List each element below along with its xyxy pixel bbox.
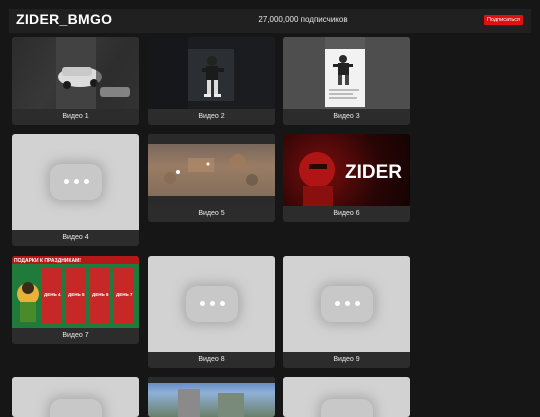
video-title[interactable]: Видео 5 [148, 206, 275, 222]
game-scene-image [148, 134, 275, 206]
video-card-6[interactable]: ZIDER Видео 6 [283, 134, 410, 222]
video-card-10[interactable] [12, 377, 139, 417]
channel-name[interactable]: ZIDER_BMGO [16, 11, 112, 27]
video-card-5[interactable]: Видео 5 [148, 134, 275, 222]
subscribe-button[interactable]: Подписаться [484, 15, 523, 25]
video-title[interactable]: Видео 9 [283, 352, 410, 368]
video-card-11[interactable] [148, 377, 275, 417]
video-thumbnail-placeholder[interactable] [148, 256, 275, 352]
video-card-8[interactable]: Видео 8 [148, 256, 275, 368]
dancer-phone-image [283, 37, 410, 109]
zider-text: ZIDER [345, 162, 402, 183]
subscriber-count: 27,000,000 подписчиков [258, 15, 348, 24]
video-placeholder-icon [321, 399, 373, 417]
svg-text:ДЕНЬ 4: ДЕНЬ 4 [44, 292, 61, 297]
zider-logo-image: ZIDER [299, 152, 402, 206]
video-thumbnail[interactable] [148, 377, 275, 417]
video-card-7[interactable]: ПОДАРКИ К ПРАЗДНИКАМ! ДЕНЬ 4 ДЕНЬ 5 ДЕНЬ… [12, 256, 139, 344]
video-placeholder-icon [50, 399, 102, 417]
dancer-image [148, 37, 234, 109]
video-thumbnail[interactable]: ПОДАРКИ К ПРАЗДНИКАМ! ДЕНЬ 4 ДЕНЬ 5 ДЕНЬ… [12, 256, 139, 328]
channel-header: ZIDER_BMGO 27,000,000 подписчиков Подпис… [9, 9, 531, 33]
video-thumbnail[interactable] [283, 37, 410, 109]
svg-text:ДЕНЬ 6: ДЕНЬ 6 [92, 292, 109, 297]
svg-text:ДЕНЬ 5: ДЕНЬ 5 [68, 292, 85, 297]
video-thumbnail-placeholder[interactable] [283, 256, 410, 352]
video-title[interactable]: Видео 8 [148, 352, 275, 368]
video-placeholder-icon [321, 286, 373, 322]
video-title[interactable]: Видео 6 [283, 206, 410, 222]
video-thumbnail[interactable] [12, 37, 139, 109]
video-title[interactable]: Видео 4 [12, 230, 139, 246]
car-scene-image [12, 37, 139, 109]
video-placeholder-icon [186, 286, 238, 322]
holiday-promo-image: ПОДАРКИ К ПРАЗДНИКАМ! ДЕНЬ 4 ДЕНЬ 5 ДЕНЬ… [12, 256, 139, 328]
svg-text:ПОДАРКИ К ПРАЗДНИКАМ!: ПОДАРКИ К ПРАЗДНИКАМ! [14, 258, 81, 264]
video-title[interactable]: Видео 3 [283, 109, 410, 125]
video-card-1[interactable]: Видео 1 [12, 37, 139, 125]
svg-text:ДЕНЬ 7: ДЕНЬ 7 [116, 292, 133, 297]
video-thumbnail[interactable]: ZIDER [283, 134, 410, 206]
game-scene-image [148, 377, 275, 417]
video-card-2[interactable]: Видео 2 [148, 37, 275, 125]
video-thumbnail-placeholder[interactable] [12, 377, 139, 417]
video-title[interactable]: Видео 7 [12, 328, 139, 344]
video-thumbnail[interactable] [148, 37, 275, 109]
video-placeholder-icon [50, 164, 102, 200]
video-card-9[interactable]: Видео 9 [283, 256, 410, 368]
video-thumbnail[interactable] [148, 134, 275, 206]
video-thumbnail-placeholder[interactable] [283, 377, 410, 417]
video-title[interactable]: Видео 1 [12, 109, 139, 125]
video-thumbnail-placeholder[interactable] [12, 134, 139, 230]
video-card-12[interactable] [283, 377, 410, 417]
video-title[interactable]: Видео 2 [148, 109, 275, 125]
video-card-3[interactable]: Видео 3 [283, 37, 410, 125]
video-card-4[interactable]: Видео 4 [12, 134, 139, 246]
